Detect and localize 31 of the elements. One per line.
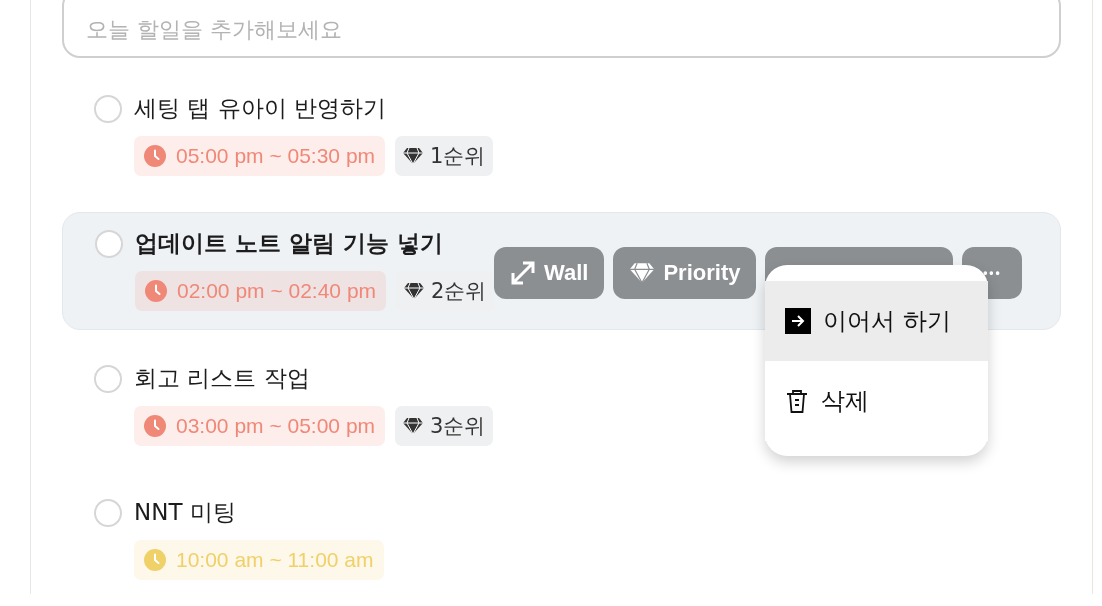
diamond-icon [404,282,425,300]
clock-icon [144,549,166,571]
wall-button[interactable]: Wall [494,247,605,299]
task-checkbox[interactable] [95,230,123,258]
task-checkbox[interactable] [94,499,122,527]
priority-label: 3순위 [430,413,486,440]
diamond-icon [629,262,656,284]
time-range: 03:00 pm ~ 05:00 pm [176,414,376,438]
task-title: 업데이트 노트 알림 기능 넣기 [135,229,445,258]
time-range: 02:00 pm ~ 02:40 pm [177,279,377,303]
clock-icon [144,145,166,167]
time-range: 10:00 am ~ 11:00 am [176,548,374,572]
menu-item[interactable]: 이어서 하기 [765,281,988,361]
task-checkbox[interactable] [94,95,122,123]
time-range: 05:00 pm ~ 05:30 pm [176,144,376,168]
task-title: 세팅 탭 유아이 반영하기 [134,94,387,123]
priority-button[interactable]: Priority [613,247,757,299]
task-checkbox[interactable] [94,365,122,393]
expand-icon [510,260,536,286]
clock-icon [144,415,166,437]
priority-label: 1순위 [430,143,486,170]
diamond-icon [403,147,424,165]
task-title: NNT 미팅 [134,498,237,527]
clock-icon [145,280,167,302]
trash-icon [785,388,809,414]
arrow-right-icon [785,308,811,334]
priority-label: 2순위 [431,278,487,305]
new-task-field[interactable]: 오늘 할일을 추가해보세요 [62,0,1061,58]
menu-item[interactable]: 삭제 [765,361,988,441]
task-title: 회고 리스트 작업 [134,364,311,393]
diamond-icon [403,417,424,435]
